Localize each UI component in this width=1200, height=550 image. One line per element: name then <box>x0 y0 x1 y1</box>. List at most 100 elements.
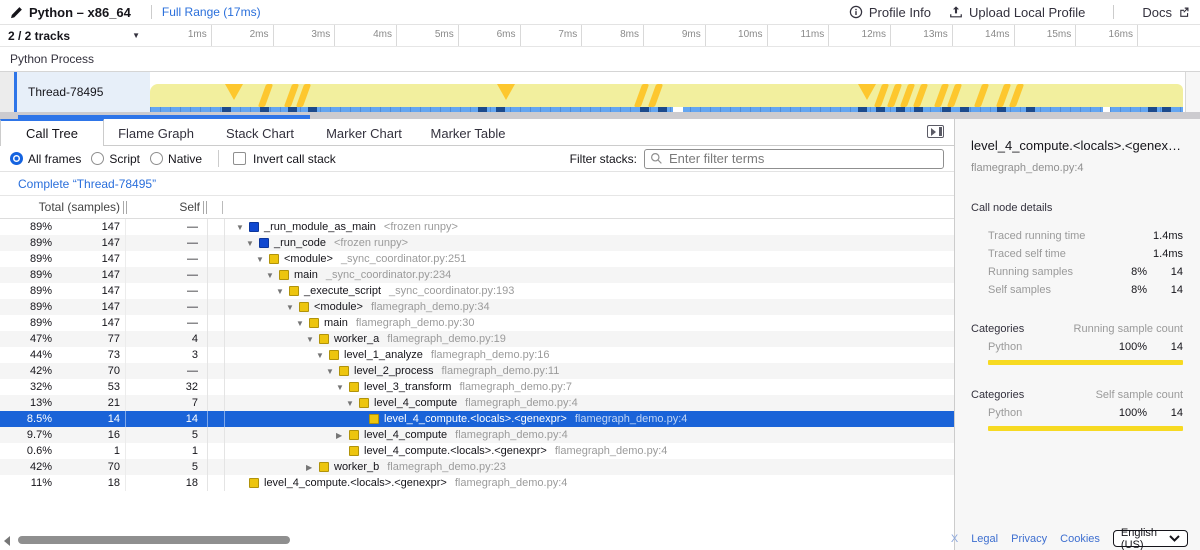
docs-link[interactable]: Docs <box>1142 5 1190 20</box>
cell-function[interactable]: ▼level_4_computeflamegraph_demo.py:4 <box>225 395 954 411</box>
radio-dot[interactable] <box>91 152 104 165</box>
category-color-icon <box>249 478 259 488</box>
call-tree-row[interactable]: 44%733▼level_1_analyzeflamegraph_demo.py… <box>0 347 954 363</box>
cell-total-percent: 89% <box>0 237 52 249</box>
language-select[interactable]: English (US) <box>1113 530 1188 547</box>
call-tree-row[interactable]: 32%5332▼level_3_transformflamegraph_demo… <box>0 379 954 395</box>
column-self[interactable]: Self <box>130 200 200 214</box>
call-tree-row[interactable]: 89%147—▼<module>flamegraph_demo.py:34 <box>0 299 954 315</box>
activity-graph[interactable] <box>150 84 1183 107</box>
expand-arrow-icon[interactable]: ▼ <box>255 255 269 264</box>
scroll-left-arrow-icon[interactable] <box>4 536 10 546</box>
call-tree-row[interactable]: 89%147—▼mainflamegraph_demo.py:30 <box>0 315 954 331</box>
tab-call-tree[interactable]: Call Tree <box>0 119 104 146</box>
track-scrollbar[interactable] <box>1185 72 1200 112</box>
footer-link-privacy[interactable]: Privacy <box>1011 533 1047 545</box>
edit-pencil-icon[interactable] <box>10 6 23 19</box>
call-tree-row[interactable]: 8.5%1414level_4_compute.<locals>.<genexp… <box>0 411 954 427</box>
tab-marker-table[interactable]: Marker Table <box>416 119 520 145</box>
tab-stack-chart[interactable]: Stack Chart <box>208 119 312 145</box>
cell-function[interactable]: level_4_compute.<locals>.<genexpr>flameg… <box>225 475 954 491</box>
call-tree-row[interactable]: 89%147—▼_run_code<frozen runpy> <box>0 235 954 251</box>
cell-function[interactable]: level_4_compute.<locals>.<genexpr>flameg… <box>225 411 954 427</box>
call-tree-row[interactable]: 89%147—▼main_sync_coordinator.py:234 <box>0 267 954 283</box>
cell-function[interactable]: ▼level_2_processflamegraph_demo.py:11 <box>225 363 954 379</box>
call-tree-row[interactable]: 9.7%165▶level_4_computeflamegraph_demo.p… <box>0 427 954 443</box>
expand-arrow-icon[interactable]: ▼ <box>295 319 309 328</box>
cell-function[interactable]: ▼mainflamegraph_demo.py:30 <box>225 315 954 331</box>
process-track-header[interactable]: Python Process <box>0 47 1200 72</box>
expand-arrow-icon[interactable]: ▶ <box>335 431 349 440</box>
cell-function[interactable]: ▼_execute_script_sync_coordinator.py:193 <box>225 283 954 299</box>
cell-function[interactable]: ▶level_4_computeflamegraph_demo.py:4 <box>225 427 954 443</box>
radio-native[interactable]: Native <box>150 152 202 166</box>
time-tick-label: 9ms <box>644 25 706 46</box>
expand-arrow-icon[interactable]: ▼ <box>235 223 249 232</box>
cell-function[interactable]: ▼level_1_analyzeflamegraph_demo.py:16 <box>225 347 954 363</box>
thread-label[interactable]: Thread-78495 <box>17 72 150 112</box>
tab-flame-graph[interactable]: Flame Graph <box>104 119 208 145</box>
function-location: _sync_coordinator.py:234 <box>326 269 451 281</box>
thread-activity-track[interactable] <box>150 72 1185 112</box>
cell-function[interactable]: ▼worker_aflamegraph_demo.py:19 <box>225 331 954 347</box>
expand-arrow-icon[interactable]: ▼ <box>245 239 259 248</box>
call-tree-row[interactable]: 47%774▼worker_aflamegraph_demo.py:19 <box>0 331 954 347</box>
thread-track[interactable]: Thread-78495 <box>0 72 1200 112</box>
cell-function[interactable]: ▼main_sync_coordinator.py:234 <box>225 267 954 283</box>
radio-dot[interactable] <box>10 152 23 165</box>
time-tick-label: 6ms <box>459 25 521 46</box>
radio-script[interactable]: Script <box>91 152 140 166</box>
cell-function[interactable]: ▶worker_bflamegraph_demo.py:23 <box>225 459 954 475</box>
call-tree-row[interactable]: 0.6%11level_4_compute.<locals>.<genexpr>… <box>0 443 954 459</box>
profile-info-button[interactable]: Profile Info <box>849 5 931 20</box>
call-tree-row[interactable]: 42%705▶worker_bflamegraph_demo.py:23 <box>0 459 954 475</box>
tab-marker-chart[interactable]: Marker Chart <box>312 119 416 145</box>
category-color-icon <box>329 350 339 360</box>
expand-arrow-icon[interactable]: ▼ <box>325 367 339 376</box>
filter-stacks-input[interactable] <box>644 149 944 169</box>
cell-function[interactable]: level_4_compute.<locals>.<genexpr>flameg… <box>225 443 954 459</box>
expand-arrow-icon[interactable]: ▶ <box>305 463 319 472</box>
sidebar-node-location: flamegraph_demo.py:4 <box>971 162 1183 174</box>
expand-arrow-icon[interactable]: ▼ <box>315 351 329 360</box>
tracks-count[interactable]: 2 / 2 tracks ▼ <box>0 25 150 46</box>
cell-function[interactable]: ▼<module>_sync_coordinator.py:251 <box>225 251 954 267</box>
function-name: level_2_process <box>354 365 434 377</box>
column-resize-handle[interactable] <box>123 201 127 214</box>
radio-all-frames[interactable]: All frames <box>10 152 81 166</box>
sidebar-category-section: CategoriesSelf sample countPython100%14 <box>971 386 1183 431</box>
call-tree-row[interactable]: 89%147—▼_execute_script_sync_coordinator… <box>0 283 954 299</box>
invert-call-stack-checkbox[interactable] <box>233 152 246 165</box>
expand-arrow-icon[interactable]: ▼ <box>265 271 279 280</box>
cell-function[interactable]: ▼_run_code<frozen runpy> <box>225 235 954 251</box>
expand-arrow-icon[interactable]: ▼ <box>275 287 289 296</box>
time-tick-label: 15ms <box>1015 25 1077 46</box>
call-tree-rows: 89%147—▼_run_module_as_main<frozen runpy… <box>0 219 954 491</box>
call-tree-row[interactable]: 11%1818level_4_compute.<locals>.<genexpr… <box>0 475 954 491</box>
expand-arrow-icon[interactable]: ▼ <box>285 303 299 312</box>
expand-arrow-icon[interactable]: ▼ <box>345 399 359 408</box>
tracks-dropdown-icon[interactable]: ▼ <box>132 31 140 40</box>
tracks-count-label: 2 / 2 tracks <box>8 29 70 43</box>
call-tree-row[interactable]: 13%217▼level_4_computeflamegraph_demo.py… <box>0 395 954 411</box>
cell-function[interactable]: ▼level_3_transformflamegraph_demo.py:7 <box>225 379 954 395</box>
breadcrumb-root-link[interactable]: Complete “Thread-78495” <box>18 177 156 191</box>
footer-link-legal[interactable]: Legal <box>971 533 998 545</box>
h-scrollbar-thumb[interactable] <box>18 536 290 544</box>
call-tree-row[interactable]: 89%147—▼<module>_sync_coordinator.py:251 <box>0 251 954 267</box>
expand-arrow-icon[interactable]: ▼ <box>305 335 319 344</box>
footer-link-cookies[interactable]: Cookies <box>1060 533 1100 545</box>
call-tree-row[interactable]: 89%147—▼_run_module_as_main<frozen runpy… <box>0 219 954 235</box>
cell-function[interactable]: ▼_run_module_as_main<frozen runpy> <box>225 219 954 235</box>
radio-dot[interactable] <box>150 152 163 165</box>
sidebar-toggle-icon[interactable] <box>927 125 944 138</box>
expand-arrow-icon[interactable]: ▼ <box>335 383 349 392</box>
upload-profile-button[interactable]: Upload Local Profile <box>949 5 1085 20</box>
column-resize-handle[interactable] <box>203 201 207 214</box>
footer-dismiss-link[interactable]: X <box>951 533 958 545</box>
call-tree-row[interactable]: 42%70—▼level_2_processflamegraph_demo.py… <box>0 363 954 379</box>
cell-spacer <box>207 347 225 363</box>
full-range-link[interactable]: Full Range (17ms) <box>162 5 261 19</box>
column-total-samples[interactable]: Total (samples) <box>0 200 120 214</box>
cell-function[interactable]: ▼<module>flamegraph_demo.py:34 <box>225 299 954 315</box>
